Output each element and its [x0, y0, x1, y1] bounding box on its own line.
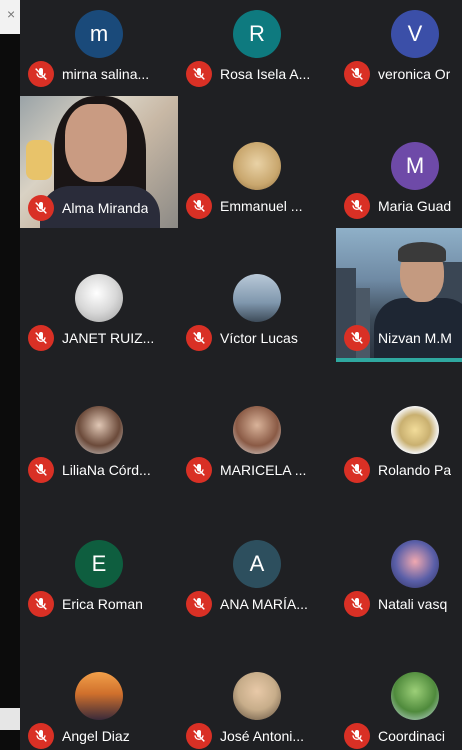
mic-off-icon: [28, 591, 54, 617]
participant-name: Angel Diaz: [62, 728, 130, 744]
mic-off-icon: [28, 457, 54, 483]
close-chip[interactable]: ×: [0, 0, 20, 34]
participant-name: Emmanuel ...: [220, 198, 303, 214]
participant-tile[interactable]: Alma Miranda: [20, 96, 178, 228]
participant-name: Alma Miranda: [62, 200, 149, 216]
city-photo-avatar: [233, 274, 281, 322]
video-feed: Nizvan M.M: [336, 228, 462, 362]
mic-off-icon: [344, 193, 370, 219]
close-icon[interactable]: ×: [7, 6, 15, 22]
tree-photo-avatar: [391, 672, 439, 720]
participant-name: veronica Or: [378, 66, 451, 82]
avatar: m: [75, 10, 123, 58]
participant-name: JANET RUIZ...: [62, 330, 155, 346]
mic-off-icon: [28, 723, 54, 749]
person-photo-avatar: [75, 406, 123, 454]
avatar: E: [75, 540, 123, 588]
avatar: V: [391, 10, 439, 58]
sketch-photo-avatar: [75, 274, 123, 322]
participant-tile[interactable]: Nizvan M.M: [336, 228, 462, 362]
mic-off-icon: [186, 457, 212, 483]
mic-off-icon: [186, 193, 212, 219]
participant-name: Rolando Pa: [378, 462, 452, 478]
person-photo-avatar: [233, 406, 281, 454]
participant-name: Natali vasq: [378, 596, 448, 612]
participant-name: MARICELA ...: [220, 462, 307, 478]
participant-name: LiliaNa Córd...: [62, 462, 151, 478]
participant-name: mirna salina...: [62, 66, 150, 82]
participant-tile[interactable]: José Antoni...: [178, 662, 336, 750]
participant-tile[interactable]: A ANA MARÍA...: [178, 530, 336, 662]
avatar: R: [233, 10, 281, 58]
video-feed: Alma Miranda: [20, 96, 178, 228]
participant-name: ANA MARÍA...: [220, 596, 308, 612]
mic-off-icon: [28, 325, 54, 351]
participant-tile[interactable]: E Erica Roman: [20, 530, 178, 662]
participant-tile[interactable]: Angel Diaz: [20, 662, 178, 750]
sunset-photo-avatar: [75, 672, 123, 720]
participant-name: José Antoni...: [220, 728, 305, 744]
mic-off-icon: [28, 61, 54, 87]
mic-off-icon: [186, 723, 212, 749]
mic-off-icon: [344, 723, 370, 749]
participant-tile[interactable]: R Rosa Isela A...: [178, 0, 336, 132]
mic-off-icon: [28, 195, 54, 221]
participant-tile[interactable]: Emmanuel ...: [178, 132, 336, 264]
participant-name: Víctor Lucas: [220, 330, 298, 346]
person-photo-avatar: [233, 672, 281, 720]
participant-tile[interactable]: JANET RUIZ...: [20, 264, 178, 396]
participant-name: Coordinaci: [378, 728, 445, 744]
mic-off-icon: [344, 591, 370, 617]
participant-tile[interactable]: Coordinaci: [336, 662, 462, 750]
participant-tile[interactable]: Víctor Lucas: [178, 264, 336, 396]
ring-photo-avatar: [391, 406, 439, 454]
mic-off-icon: [186, 591, 212, 617]
mic-off-icon: [186, 325, 212, 351]
side-panel-strip: ×: [0, 0, 20, 750]
participant-tile[interactable]: LiliaNa Córd...: [20, 396, 178, 528]
participant-name: Maria Guad: [378, 198, 452, 214]
mic-off-icon: [344, 325, 370, 351]
participant-tile[interactable]: Natali vasq: [336, 530, 462, 662]
participant-name: Rosa Isela A...: [220, 66, 311, 82]
mic-off-icon: [344, 457, 370, 483]
participant-tile[interactable]: Rolando Pa: [336, 396, 462, 528]
participant-name: Erica Roman: [62, 596, 143, 612]
participant-grid: m mirna salina... R Rosa Isela A... V ve…: [20, 0, 462, 750]
participant-tile[interactable]: V veronica Or: [336, 0, 462, 132]
participant-name: Nizvan M.M: [378, 330, 452, 346]
side-panel-chip[interactable]: [0, 708, 20, 730]
mic-off-icon: [344, 61, 370, 87]
avatar: A: [233, 540, 281, 588]
mic-off-icon: [186, 61, 212, 87]
participant-tile[interactable]: MARICELA ...: [178, 396, 336, 528]
dog-photo-avatar: [233, 142, 281, 190]
cartoon-photo-avatar: [391, 540, 439, 588]
avatar: M: [391, 142, 439, 190]
